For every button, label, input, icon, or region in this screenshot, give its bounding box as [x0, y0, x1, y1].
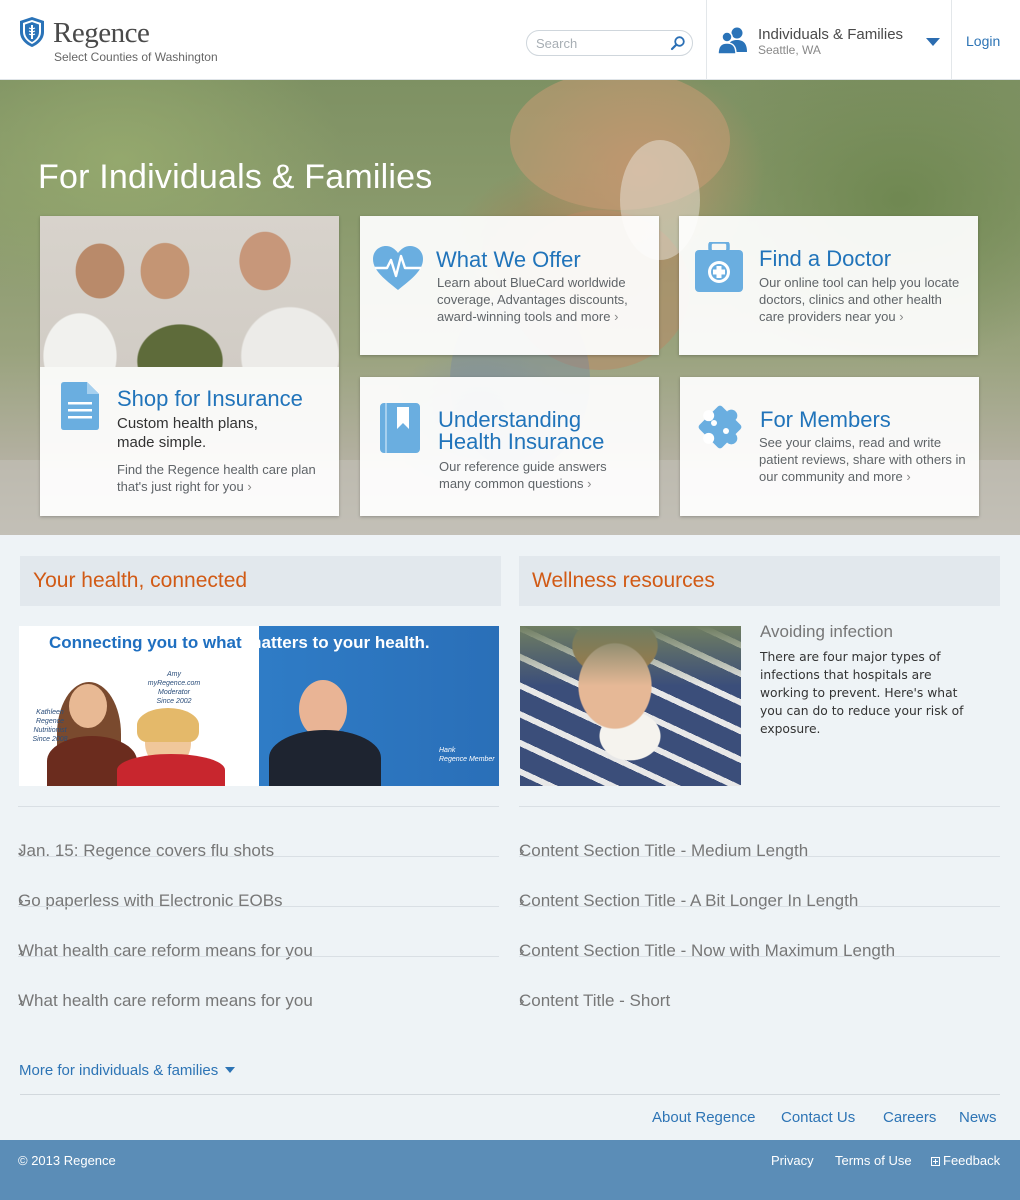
health-links-list: Jan. 15: Regence covers flu shots › Go p… — [18, 806, 499, 1010]
list-item[interactable]: Content Section Title - Medium Length › — [519, 806, 1000, 860]
puzzle-icon — [698, 405, 742, 449]
card-tagline: Custom health plans, — [117, 415, 258, 432]
list-item[interactable]: Content Title - Short › — [519, 956, 1000, 1010]
header-divider — [951, 0, 952, 80]
chevron-right-icon: › — [247, 479, 252, 494]
list-item[interactable]: Jan. 15: Regence covers flu shots › — [18, 806, 499, 860]
label-amy: Amy myRegence.com Moderator Since 2002 — [147, 671, 201, 705]
shield-logo-icon — [20, 17, 44, 47]
banner-title: Connecting you to what matters to your h… — [49, 633, 430, 652]
divider — [20, 1094, 1000, 1095]
hero-section: For Individuals & Families Shop for Insu… — [0, 80, 1020, 535]
brand-subtitle: Select Counties of Washington — [54, 50, 218, 64]
people-icon — [718, 27, 747, 54]
footer-link-about[interactable]: About Regence — [652, 1109, 755, 1126]
card-description: Learn about BlueCard worldwide coverage,… — [437, 275, 628, 324]
person-hank-body — [269, 730, 381, 786]
card-description: Find the Regence health care plan that's… — [117, 462, 316, 494]
footer-privacy-link[interactable]: Privacy — [771, 1153, 814, 1168]
card-title: What We Offer — [436, 247, 581, 272]
audience-title: Individuals & Families — [758, 26, 904, 43]
copyright: © 2013 Regence — [18, 1153, 116, 1168]
chevron-right-icon: › — [18, 991, 24, 1010]
document-icon — [61, 382, 99, 430]
card-description: See your claims, read and write patient … — [759, 435, 966, 484]
card-title: For Members — [760, 407, 891, 432]
section-header-health-connected: Your health, connected — [20, 556, 501, 606]
chevron-right-icon: › — [614, 309, 619, 324]
card-title: Health Insurance — [438, 429, 605, 454]
list-item[interactable]: What health care reform means for you › — [18, 906, 499, 960]
chevron-down-icon[interactable] — [926, 38, 940, 46]
chevron-right-icon: › — [519, 991, 525, 1010]
card-find-doctor[interactable]: Find a Doctor Our online tool can help y… — [679, 216, 978, 355]
label-kathleen: Kathleen Regence Nutritionist Since 2008 — [32, 709, 68, 743]
chevron-down-icon — [225, 1067, 236, 1073]
person-amy-body — [117, 754, 225, 786]
regence-logo[interactable]: Regence Select Counties of Washington — [20, 15, 230, 67]
list-item[interactable]: Go paperless with Electronic EOBs › — [18, 856, 499, 910]
section-header-wellness: Wellness resources — [519, 556, 1000, 606]
card-shop-insurance[interactable]: Shop for Insurance Custom health plans, … — [40, 216, 339, 516]
person-kathleen-face — [69, 684, 107, 728]
person-amy-hair — [137, 708, 199, 742]
heart-pulse-icon — [373, 246, 423, 290]
brand-name: Regence — [53, 17, 150, 49]
search-icon[interactable] — [670, 35, 686, 51]
book-icon — [380, 403, 420, 453]
section-title: Wellness resources — [532, 569, 715, 592]
card-for-members[interactable]: For Members See your claims, read and wr… — [680, 377, 979, 516]
card-description: Our reference guide answers many common … — [439, 459, 607, 491]
footer-feedback-link[interactable]: Feedback — [931, 1153, 1000, 1168]
hero-title: For Individuals & Families — [38, 158, 433, 196]
chevron-right-icon: › — [906, 469, 911, 484]
footer-link-contact[interactable]: Contact Us — [781, 1109, 855, 1126]
card-tagline: made simple. — [117, 434, 207, 451]
card-title: Find a Doctor — [759, 246, 892, 271]
login-link[interactable]: Login — [966, 33, 1000, 49]
footer-link-news[interactable]: News — [959, 1109, 997, 1126]
article-text: There are four major types of infections… — [760, 650, 964, 736]
section-title: Your health, connected — [33, 569, 248, 592]
site-header: Regence Select Counties of Washington In… — [0, 0, 1020, 80]
medical-kit-icon — [695, 242, 743, 292]
footer-link-careers[interactable]: Careers — [883, 1109, 936, 1126]
card-description: Our online tool can help you locate doct… — [759, 275, 960, 324]
audience-location: Seattle, WA — [758, 43, 821, 57]
search-box — [526, 30, 693, 56]
list-item[interactable]: What health care reform means for you › — [18, 956, 499, 1010]
more-link[interactable]: More for individuals & families — [19, 1062, 236, 1079]
search-input[interactable] — [536, 34, 666, 52]
site-footer: © 2013 Regence Privacy Terms of Use Feed… — [0, 1140, 1020, 1200]
feedback-plus-icon — [931, 1157, 940, 1166]
card-understanding-insurance[interactable]: Understanding Health Insurance Our refer… — [360, 377, 659, 516]
footer-terms-link[interactable]: Terms of Use — [835, 1153, 912, 1168]
family-photo — [40, 216, 339, 367]
label-hank: Hank Regence Member — [439, 747, 495, 763]
card-what-we-offer[interactable]: What We Offer Learn about BlueCard world… — [360, 216, 659, 355]
audience-selector[interactable]: Individuals & Families Seattle, WA — [707, 0, 951, 80]
list-item[interactable]: Content Section Title - Now with Maximum… — [519, 906, 1000, 960]
list-item[interactable]: Content Section Title - A Bit Longer In … — [519, 856, 1000, 910]
sneezing-child-photo[interactable] — [520, 626, 741, 786]
chevron-right-icon: › — [587, 476, 592, 491]
card-title: Shop for Insurance — [117, 386, 303, 411]
card-title: Understanding — [438, 407, 582, 432]
chevron-right-icon: › — [899, 309, 904, 324]
myregence-banner[interactable]: Connecting you to what matters to your h… — [19, 626, 499, 786]
article-title[interactable]: Avoiding infection — [760, 622, 893, 642]
wellness-links-list: Content Section Title - Medium Length › … — [519, 806, 1000, 1010]
